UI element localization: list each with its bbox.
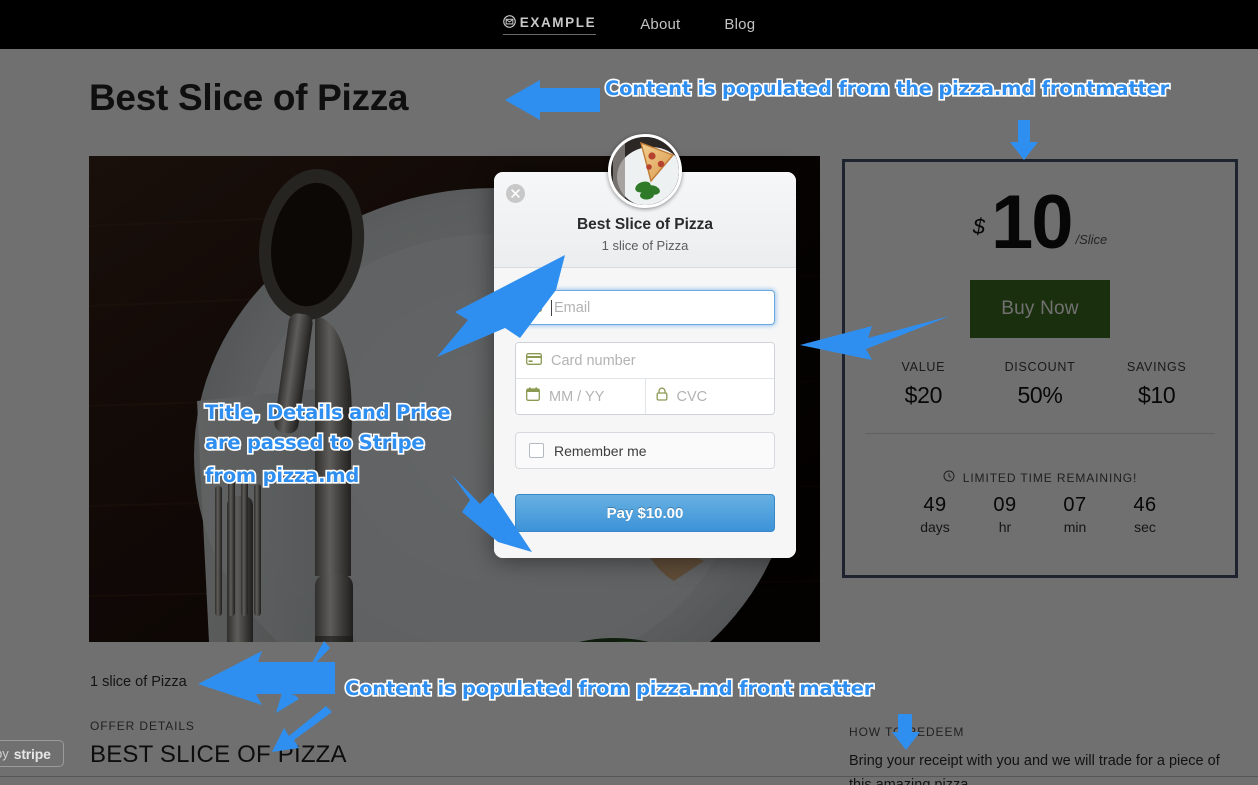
- checkout-header: Best Slice of Pizza 1 slice of Pizza: [494, 134, 796, 268]
- stripe-checkout-modal: Best Slice of Pizza 1 slice of Pizza Ema…: [494, 134, 796, 558]
- pricing-card: $ 10 /Slice Buy Now VALUE $20 DISCOUNT 5…: [842, 159, 1238, 578]
- product-subtitle: 1 slice of Pizza: [90, 674, 187, 690]
- stripe-badge-by: by: [0, 746, 9, 761]
- powered-by-stripe-badge[interactable]: by stripe: [0, 740, 64, 767]
- avatar: [608, 134, 682, 208]
- nav-inner: EXAMPLE About Blog: [502, 14, 756, 35]
- close-icon[interactable]: [506, 184, 525, 203]
- price-row: $ 10 /Slice: [865, 178, 1215, 264]
- countdown-hours-label: hr: [998, 519, 1012, 535]
- stat-value: VALUE $20: [865, 360, 982, 409]
- stat-label-savings: SAVINGS: [1126, 360, 1187, 374]
- how-to-redeem-body: Bring your receipt with you and we will …: [849, 753, 1220, 785]
- remember-me-checkbox[interactable]: [529, 443, 544, 458]
- countdown-seconds-label: sec: [1134, 519, 1156, 535]
- calendar-icon: [526, 387, 540, 406]
- stat-discount: DISCOUNT 50%: [982, 360, 1099, 409]
- expiry-field[interactable]: MM / YY: [516, 379, 646, 414]
- countdown-minutes-number: 07: [1063, 494, 1087, 516]
- remember-me-label: Remember me: [554, 442, 647, 459]
- countdown-days-label: days: [920, 519, 950, 535]
- cvc-placeholder: CVC: [676, 388, 708, 405]
- email-field[interactable]: Email: [515, 290, 775, 325]
- countdown-seconds-number: 46: [1133, 494, 1157, 516]
- expiry-placeholder: MM / YY: [549, 388, 605, 405]
- stripe-badge-word: stripe: [13, 745, 51, 762]
- card-field-group: Card number MM / YY CVC: [515, 342, 775, 415]
- checkout-title: Best Slice of Pizza: [576, 216, 714, 233]
- page-title: Best Slice of Pizza: [89, 77, 409, 118]
- card-number-field[interactable]: Card number: [516, 343, 774, 378]
- brand-logo[interactable]: EXAMPLE: [502, 14, 597, 35]
- nav-link-about[interactable]: About: [640, 16, 680, 33]
- countdown-days: 49 days: [911, 494, 959, 535]
- countdown-minutes: 07 min: [1051, 494, 1099, 535]
- clock-icon: [943, 470, 955, 485]
- lock-icon: [656, 387, 668, 406]
- checkout-body: Email Card number MM / YY CVC Remember m…: [494, 268, 796, 558]
- circle-face-icon: [502, 14, 516, 31]
- price-amount: 10: [990, 180, 1074, 265]
- stat-label-discount: DISCOUNT: [1004, 360, 1076, 374]
- stats-row: VALUE $20 DISCOUNT 50% SAVINGS $10: [865, 360, 1215, 434]
- countdown-seconds: 46 sec: [1121, 494, 1169, 535]
- offer-details-heading: OFFER DETAILS: [90, 719, 195, 733]
- how-to-redeem-heading: HOW TO REDEEM: [849, 725, 965, 739]
- price-currency: $: [972, 214, 985, 239]
- countdown-hours-number: 09: [993, 494, 1017, 516]
- countdown-days-number: 49: [923, 494, 947, 516]
- stat-amount-discount: 50%: [1017, 382, 1063, 408]
- price-unit: /Slice: [1075, 232, 1108, 247]
- pay-button[interactable]: Pay $10.00: [515, 494, 775, 532]
- brand-label: EXAMPLE: [519, 15, 597, 30]
- countdown-hours: 09 hr: [981, 494, 1029, 535]
- email-placeholder: Email: [554, 299, 591, 316]
- credit-card-icon: [526, 352, 542, 370]
- card-expiry-cvc-row: MM / YY CVC: [516, 378, 774, 414]
- envelope-icon: [526, 298, 542, 317]
- stat-label-value: VALUE: [901, 360, 946, 374]
- remember-me-row[interactable]: Remember me: [515, 432, 775, 469]
- countdown-heading-label: LIMITED TIME REMAINING!: [962, 470, 1138, 485]
- cvc-field[interactable]: CVC: [645, 379, 774, 414]
- buy-now-button[interactable]: Buy Now: [970, 280, 1110, 338]
- text-caret: [551, 299, 552, 316]
- countdown-timer: 49 days 09 hr 07 min 46 sec: [865, 494, 1215, 535]
- stat-savings: SAVINGS $10: [1098, 360, 1215, 409]
- stat-amount-value: $20: [904, 382, 943, 408]
- checkout-subtitle: 1 slice of Pizza: [601, 238, 689, 253]
- page-root: Best Slice of Pizza $ 10 /Slice Buy Now …: [0, 0, 1258, 785]
- card-number-placeholder: Card number: [551, 352, 636, 369]
- offer-details-body: BEST SLICE OF PIZZA: [90, 741, 347, 768]
- stat-amount-savings: $10: [1137, 382, 1176, 408]
- countdown-heading-row: LIMITED TIME REMAINING!: [865, 470, 1215, 485]
- nav-link-blog[interactable]: Blog: [724, 16, 755, 33]
- bottom-divider: [0, 776, 1258, 777]
- countdown-minutes-label: min: [1063, 519, 1087, 535]
- top-navigation: EXAMPLE About Blog: [0, 0, 1258, 49]
- countdown-section: LIMITED TIME REMAINING! 49 days 09 hr 07…: [865, 470, 1215, 535]
